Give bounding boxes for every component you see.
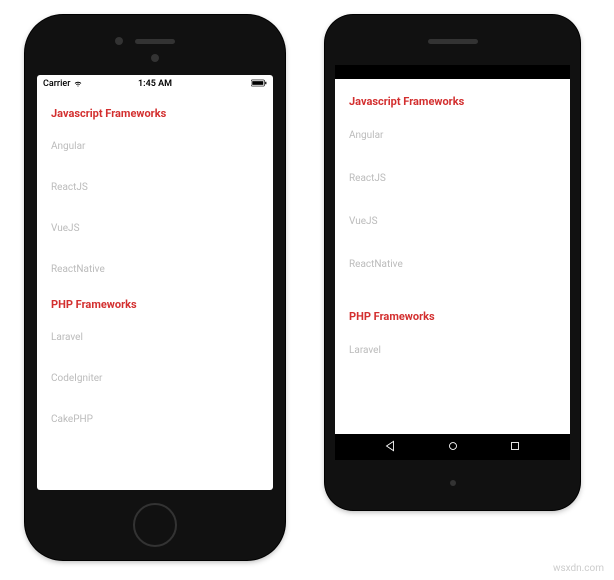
carrier-label: Carrier	[43, 79, 70, 89]
iphone-sensor	[151, 54, 159, 62]
android-status-bar	[335, 65, 570, 79]
iphone-camera	[115, 37, 123, 45]
list-item[interactable]: Angular	[37, 126, 273, 167]
list-item[interactable]: Angular	[335, 114, 570, 157]
wifi-icon	[73, 78, 83, 91]
list-item[interactable]: ReactNative	[335, 243, 570, 286]
section-header-php: PHP Frameworks	[335, 286, 570, 329]
iphone-device-frame: Carrier 1:45 AM Javascript Frameworks An…	[25, 15, 285, 560]
android-navigation-bar	[335, 434, 570, 460]
ios-section-list[interactable]: Javascript Frameworks Angular ReactJS Vu…	[37, 93, 273, 490]
list-item[interactable]: VueJS	[37, 208, 273, 249]
iphone-speaker	[135, 39, 175, 44]
list-item[interactable]: ReactJS	[335, 157, 570, 200]
watermark-label: wsxdn.com	[553, 563, 604, 574]
clock-label: 1:45 AM	[138, 79, 172, 89]
android-device-frame: Javascript Frameworks Angular ReactJS Vu…	[325, 15, 580, 510]
ios-status-bar: Carrier 1:45 AM	[37, 75, 273, 93]
battery-icon	[251, 79, 267, 90]
android-section-list[interactable]: Javascript Frameworks Angular ReactJS Vu…	[335, 79, 570, 434]
android-speaker	[428, 39, 478, 44]
section-header-php: PHP Frameworks	[37, 290, 273, 317]
section-header-js: Javascript Frameworks	[335, 85, 570, 114]
iphone-screen: Carrier 1:45 AM Javascript Frameworks An…	[37, 75, 273, 490]
section-header-js: Javascript Frameworks	[37, 99, 273, 126]
android-recents-button[interactable]	[508, 438, 522, 457]
android-back-button[interactable]	[383, 438, 397, 457]
list-item[interactable]: ReactJS	[37, 167, 273, 208]
list-item[interactable]: Laravel	[335, 329, 570, 372]
list-item[interactable]: VueJS	[335, 200, 570, 243]
android-screen: Javascript Frameworks Angular ReactJS Vu…	[335, 65, 570, 460]
list-item[interactable]: ReactNative	[37, 249, 273, 290]
list-item[interactable]: CakePHP	[37, 399, 273, 440]
android-mic	[450, 480, 456, 486]
android-home-button[interactable]	[446, 438, 460, 457]
list-item[interactable]: Laravel	[37, 317, 273, 358]
iphone-home-button[interactable]	[133, 503, 177, 547]
list-item[interactable]: CodeIgniter	[37, 358, 273, 399]
